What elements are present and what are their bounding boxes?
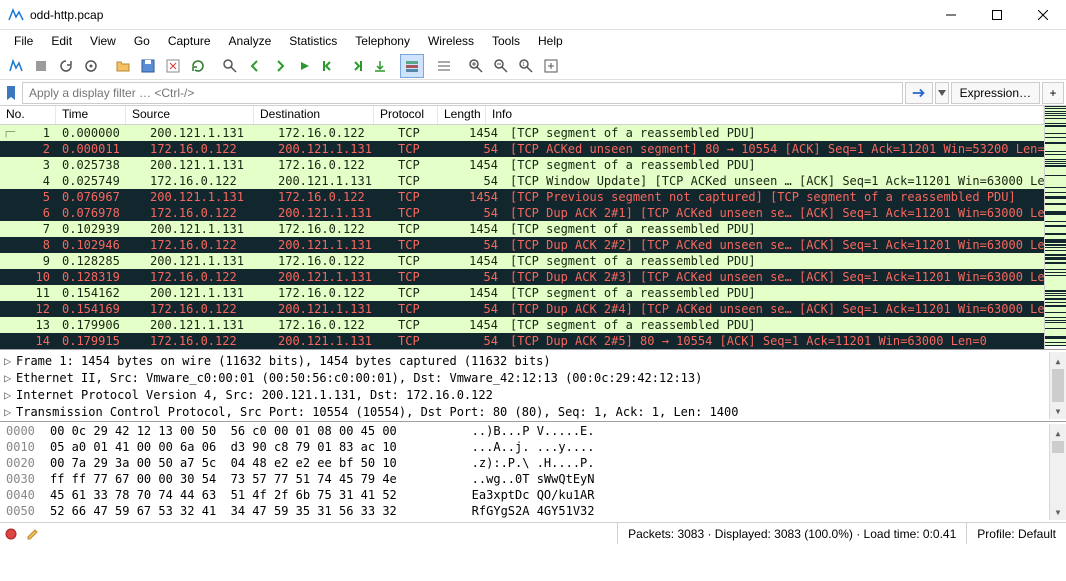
hex-line[interactable]: 000000 0c 29 42 12 13 00 50 56 c0 00 01 … (0, 424, 1049, 440)
svg-text:1: 1 (522, 62, 525, 68)
packet-row[interactable]: 110.154162200.121.1.131172.16.0.122TCP14… (0, 285, 1044, 301)
detail-line[interactable]: ▷Ethernet II, Src: Vmware_c0:00:01 (00:5… (0, 369, 1049, 386)
capture-options-icon[interactable] (79, 54, 103, 78)
main-toolbar: 1 (0, 52, 1066, 80)
detail-line[interactable]: ▷Transmission Control Protocol, Src Port… (0, 403, 1049, 420)
filter-bar: Expression… + (0, 80, 1066, 106)
resize-all-icon[interactable] (539, 54, 563, 78)
hex-line[interactable]: 004045 61 33 78 70 74 44 63 51 4f 2f 6b … (0, 488, 1049, 504)
bookmark-icon[interactable] (2, 82, 20, 104)
find-packet-icon[interactable] (218, 54, 242, 78)
hex-line[interactable]: 0030ff ff 77 67 00 00 30 54 73 57 77 51 … (0, 472, 1049, 488)
close-file-icon[interactable] (161, 54, 185, 78)
details-scrollbar[interactable]: ▴▾ (1049, 352, 1066, 419)
packet-row[interactable]: 70.102939200.121.1.131172.16.0.122TCP145… (0, 221, 1044, 237)
colorize-icon[interactable] (400, 54, 424, 78)
col-length[interactable]: Length (438, 106, 486, 124)
menu-help[interactable]: Help (530, 32, 571, 50)
go-forward-icon[interactable] (268, 54, 292, 78)
menu-tools[interactable]: Tools (484, 32, 528, 50)
col-source[interactable]: Source (126, 106, 254, 124)
menu-wireless[interactable]: Wireless (420, 32, 482, 50)
packet-list-header[interactable]: No. Time Source Destination Protocol Len… (0, 106, 1044, 125)
zoom-reset-icon[interactable]: 1 (514, 54, 538, 78)
app-icon (8, 7, 24, 23)
col-protocol[interactable]: Protocol (374, 106, 438, 124)
packet-row[interactable]: 80.102946172.16.0.122200.121.1.131TCP54[… (0, 237, 1044, 253)
status-bar: Packets: 3083 · Displayed: 3083 (100.0%)… (0, 522, 1066, 544)
add-filter-button[interactable]: + (1042, 82, 1064, 104)
window-title: odd-http.pcap (30, 8, 928, 22)
go-last-icon[interactable] (343, 54, 367, 78)
reload-icon[interactable] (186, 54, 210, 78)
stop-capture-icon[interactable] (29, 54, 53, 78)
packet-row[interactable]: 90.128285200.121.1.131172.16.0.122TCP145… (0, 253, 1044, 269)
menu-edit[interactable]: Edit (43, 32, 80, 50)
packet-row[interactable]: 130.179906200.121.1.131172.16.0.122TCP14… (0, 317, 1044, 333)
col-no[interactable]: No. (0, 106, 56, 124)
hex-line[interactable]: 005052 66 47 59 67 53 32 41 34 47 59 35 … (0, 504, 1049, 520)
packet-list-pane: No. Time Source Destination Protocol Len… (0, 106, 1066, 350)
maximize-button[interactable] (974, 0, 1020, 30)
restart-capture-icon[interactable] (54, 54, 78, 78)
apply-filter-button[interactable] (905, 82, 933, 104)
bytes-scrollbar[interactable]: ▴▾ (1049, 424, 1066, 520)
packet-bytes-pane[interactable]: 000000 0c 29 42 12 13 00 50 56 c0 00 01 … (0, 422, 1066, 522)
close-button[interactable] (1020, 0, 1066, 30)
resize-columns-icon[interactable] (432, 54, 456, 78)
packet-minimap[interactable] (1044, 106, 1066, 349)
menu-telephony[interactable]: Telephony (347, 32, 418, 50)
col-destination[interactable]: Destination (254, 106, 374, 124)
packet-row[interactable]: 20.000011172.16.0.122200.121.1.131TCP54[… (0, 141, 1044, 157)
packet-row[interactable]: 120.154169172.16.0.122200.121.1.131TCP54… (0, 301, 1044, 317)
hex-line[interactable]: 001005 a0 01 41 00 00 6a 06 d3 90 c8 79 … (0, 440, 1049, 456)
hex-line[interactable]: 002000 7a 29 3a 00 50 a7 5c 04 48 e2 e2 … (0, 456, 1049, 472)
menu-capture[interactable]: Capture (160, 32, 219, 50)
go-to-packet-icon[interactable] (293, 54, 317, 78)
save-file-icon[interactable] (136, 54, 160, 78)
minimize-button[interactable] (928, 0, 974, 30)
filter-history-button[interactable] (935, 82, 949, 104)
packet-row[interactable]: 100.128319172.16.0.122200.121.1.131TCP54… (0, 269, 1044, 285)
go-back-icon[interactable] (243, 54, 267, 78)
packet-row[interactable]: 60.076978172.16.0.122200.121.1.131TCP54[… (0, 205, 1044, 221)
status-profile[interactable]: Profile: Default (966, 523, 1066, 544)
zoom-in-icon[interactable] (464, 54, 488, 78)
go-first-icon[interactable] (318, 54, 342, 78)
expression-button[interactable]: Expression… (951, 82, 1040, 104)
packet-details-pane[interactable]: ▷Frame 1: 1454 bytes on wire (11632 bits… (0, 350, 1066, 422)
col-time[interactable]: Time (56, 106, 126, 124)
detail-line[interactable]: ▷Internet Protocol Version 4, Src: 200.1… (0, 386, 1049, 403)
menu-file[interactable]: File (6, 32, 41, 50)
menu-analyze[interactable]: Analyze (221, 32, 280, 50)
packet-row[interactable]: 50.076967200.121.1.131172.16.0.122TCP145… (0, 189, 1044, 205)
menu-view[interactable]: View (82, 32, 124, 50)
packet-row[interactable]: ┌─10.000000200.121.1.131172.16.0.122TCP1… (0, 125, 1044, 141)
display-filter-input[interactable] (22, 82, 903, 104)
packet-row[interactable]: 40.025749172.16.0.122200.121.1.131TCP54[… (0, 173, 1044, 189)
title-bar: odd-http.pcap (0, 0, 1066, 30)
packet-row[interactable]: 30.025738200.121.1.131172.16.0.122TCP145… (0, 157, 1044, 173)
auto-scroll-icon[interactable] (368, 54, 392, 78)
menu-statistics[interactable]: Statistics (281, 32, 345, 50)
open-file-icon[interactable] (111, 54, 135, 78)
expert-info-icon[interactable] (0, 524, 22, 544)
edit-capture-comment-icon[interactable] (22, 524, 44, 544)
col-info[interactable]: Info (486, 106, 1044, 124)
status-packets: Packets: 3083 · Displayed: 3083 (100.0%)… (617, 523, 966, 544)
menu-bar: FileEditViewGoCaptureAnalyzeStatisticsTe… (0, 30, 1066, 52)
packet-row[interactable]: 140.179915172.16.0.122200.121.1.131TCP54… (0, 333, 1044, 349)
detail-line[interactable]: ▷Frame 1: 1454 bytes on wire (11632 bits… (0, 352, 1049, 369)
zoom-out-icon[interactable] (489, 54, 513, 78)
start-capture-icon[interactable] (4, 54, 28, 78)
menu-go[interactable]: Go (126, 32, 158, 50)
